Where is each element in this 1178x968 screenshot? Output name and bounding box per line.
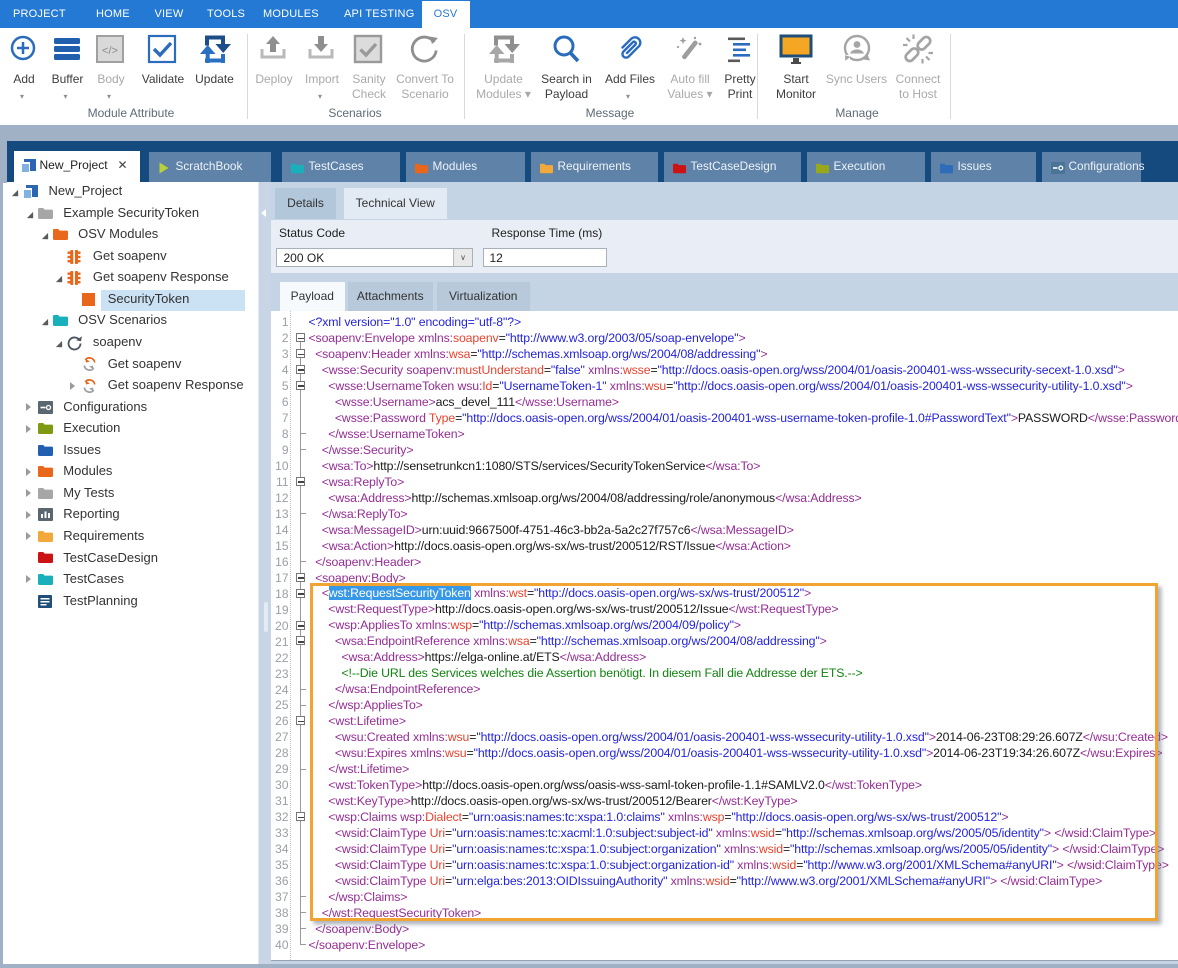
- svg-text:</>: </>: [102, 45, 118, 57]
